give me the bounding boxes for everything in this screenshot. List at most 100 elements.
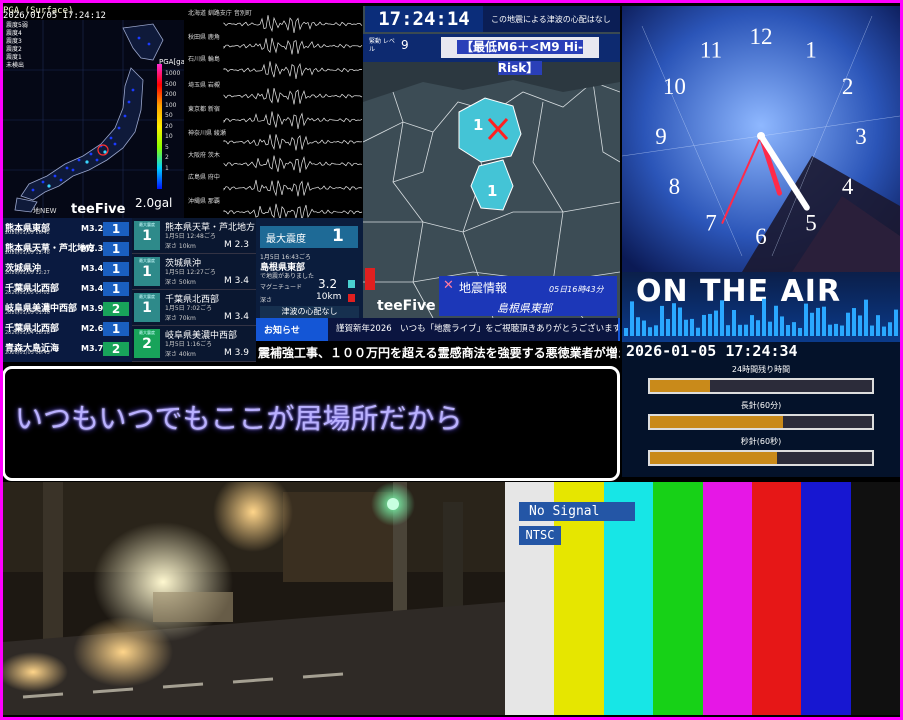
street-camera-feed — [3, 482, 505, 715]
equalizer-bar — [648, 327, 652, 336]
waveform-traces — [223, 15, 363, 221]
stat-line: 未検出 — [6, 62, 25, 69]
pga-scale-label: PGA[gal] — [159, 58, 184, 66]
intensity-row[interactable]: 熊本県天草・芦北地方 2026/01/05 12:48 M2.3 1 — [3, 241, 132, 257]
equalizer-bar — [828, 324, 832, 336]
clock-numeral: 2 — [842, 74, 854, 99]
quake-depth: 深さ 40km — [165, 351, 196, 358]
progress-bar-minute — [648, 414, 874, 430]
region-map-panel: 1 1 17:24:14 この地震による津波の心配はなし 緊動 レベル 9 【最… — [363, 6, 620, 318]
waveform-trace — [223, 111, 363, 129]
depth-swatch — [348, 294, 355, 302]
quake-card[interactable]: 最大震度 1 茨城県沖 1月5日 12:27ごろ 深さ 50km M 3.4 — [132, 254, 256, 290]
badge-value: 1 — [142, 264, 152, 280]
pga-tick: 10 — [165, 133, 173, 140]
quake-time: 1月5日 12:48ごろ — [165, 233, 216, 240]
equalizer-bar — [834, 323, 838, 336]
row-shindo: 1 — [103, 262, 129, 276]
shindo-badge: 最大震度 1 — [134, 257, 160, 286]
magnitude-swatch — [348, 280, 355, 288]
brand-new-label: 地NEW — [33, 207, 57, 215]
intensity-row[interactable]: 千葉県北西部 2026/01/05 07:02 M3.4 1 — [3, 281, 132, 297]
quake-magnitude: M 3.4 — [224, 312, 249, 322]
row-magnitude: M3.2 — [81, 224, 104, 233]
waveform-trace — [223, 37, 363, 55]
latest-note: で地震がありました — [260, 273, 315, 280]
equalizer-bar — [762, 298, 766, 336]
progress-bar-second — [648, 450, 874, 466]
equalizer-bar — [894, 309, 898, 336]
row-shindo: 1 — [103, 282, 129, 296]
equalizer-bar — [774, 305, 778, 336]
intensity-row[interactable]: 青森大島近海 2026/01/03 08:43 M3.7 2 — [3, 341, 132, 357]
magnitude-label: マグニチュード — [260, 284, 303, 291]
row-shindo: 1 — [103, 242, 129, 256]
equalizer-bar — [678, 307, 682, 336]
ticker-text: 震補強工事、１００万円を超える霊感商法を強要する悪徳業者が増えて — [258, 346, 620, 360]
equalizer-bar — [684, 319, 688, 336]
depth-label: 深さ — [260, 297, 273, 304]
clock-center — [757, 132, 765, 140]
max-intensity-label: 最大震度 — [266, 234, 306, 245]
max-intensity-value: 1 — [332, 226, 344, 246]
row-shindo: 1 — [103, 222, 129, 236]
equalizer-bar — [768, 321, 772, 336]
clock-numeral: 12 — [750, 24, 773, 49]
stat-line: 震度4 — [6, 30, 22, 37]
equalizer-bar — [642, 320, 646, 336]
quake-card[interactable]: 最大震度 1 千葉県北西部 1月5日 7:02ごろ 深さ 70km M 3.4 — [132, 290, 256, 326]
tsunami-banner: この地震による津波の心配はなし — [483, 6, 620, 32]
quake-depth: 深さ 10km — [165, 243, 196, 250]
tsunami-banner-text: この地震による津波の心配はなし — [491, 15, 611, 24]
stat-line: 震度5弱 — [6, 22, 28, 29]
pga-tick: 5 — [165, 143, 169, 151]
magnitude-value: 3.2 — [318, 277, 338, 291]
row-datetime: 2026/01/05 01:16 — [5, 310, 50, 316]
equalizer-bar — [888, 322, 892, 336]
progress-label: 長針(60分) — [740, 401, 782, 410]
seismic-map-panel: PGA (Surface) 2026/01/05 17:24:12 震度5弱 震… — [3, 6, 184, 218]
shindo-badge: 最大震度 2 — [134, 329, 160, 358]
row-datetime: 2026/01/05 12:48 — [5, 250, 50, 256]
quake-time: 1月5日 1:16ごろ — [165, 341, 213, 348]
badge-value: 2 — [142, 336, 152, 352]
quake-info-box: ✕ 地震情報 05日16時43分 島根県東部 — [439, 276, 617, 316]
equalizer-bar — [804, 303, 808, 336]
equalizer-bar — [732, 309, 736, 336]
intensity-row[interactable]: 茨城県沖 2026/01/05 12:27 M3.4 1 — [3, 261, 132, 277]
recent-quakes: 最大震度 1 熊本県天草・芦北地方 1月5日 12:48ごろ 深さ 10km M… — [132, 218, 256, 362]
quake-card[interactable]: 最大震度 1 熊本県天草・芦北地方 1月5日 12:48ごろ 深さ 10km M… — [132, 218, 256, 254]
quake-time: 1月5日 12:27ごろ — [165, 269, 216, 276]
intensity-row[interactable]: 岐阜県美濃中西部 2026/01/05 01:16 M3.9 2 — [3, 301, 132, 317]
equalizer-bar — [738, 324, 742, 336]
color-bar — [850, 482, 900, 715]
equalizer-bar — [798, 327, 802, 336]
no-signal-label: No Signal — [519, 502, 635, 521]
pga-tick: 500 — [165, 80, 177, 88]
row-datetime: 2026/01/05 07:02 — [5, 290, 50, 296]
news-ticker: 震補強工事、１００万円を超える霊感商法を強要する悪徳業者が増えて — [256, 341, 620, 363]
clock-numeral: 3 — [855, 124, 867, 149]
row-shindo: 2 — [103, 342, 129, 356]
row-shindo: 2 — [103, 302, 129, 316]
equalizer-bar — [870, 325, 874, 336]
stat-line: 震度3 — [6, 38, 22, 45]
waveform-trace — [223, 15, 363, 34]
quake-depth: 深さ 50km — [165, 279, 196, 286]
intensity-row[interactable]: 熊本県東部 2026/01/05 16:42 M3.2 1 — [3, 221, 132, 237]
row-magnitude: M2.6 — [81, 324, 104, 333]
pga-tick: 100 — [165, 101, 177, 109]
progress-bar-day — [648, 378, 874, 394]
equalizer-bar — [858, 315, 862, 336]
intensity-row[interactable]: 千葉県北西部 2026/01/04 18:16 M2.6 1 — [3, 321, 132, 337]
row-magnitude: M3.4 — [81, 284, 104, 293]
street-camera-image — [3, 482, 505, 715]
clock-numeral: 8 — [669, 174, 681, 199]
on-air-datetime: 2026-01-05 17:24:34 — [626, 342, 798, 360]
color-bar — [801, 482, 852, 715]
risk-badge: 【最低M6＋<M9 Hi-Risk】 — [441, 37, 599, 75]
quake-card[interactable]: 最大震度 2 岐阜県美濃中西部 1月5日 1:16ごろ 深さ 40km M 3.… — [132, 326, 256, 362]
intensity-list: 熊本県東部 2026/01/05 16:42 M3.2 1 熊本県天草・芦北地方… — [3, 218, 132, 362]
audio-equalizer — [624, 298, 898, 336]
status-marker — [365, 268, 375, 290]
